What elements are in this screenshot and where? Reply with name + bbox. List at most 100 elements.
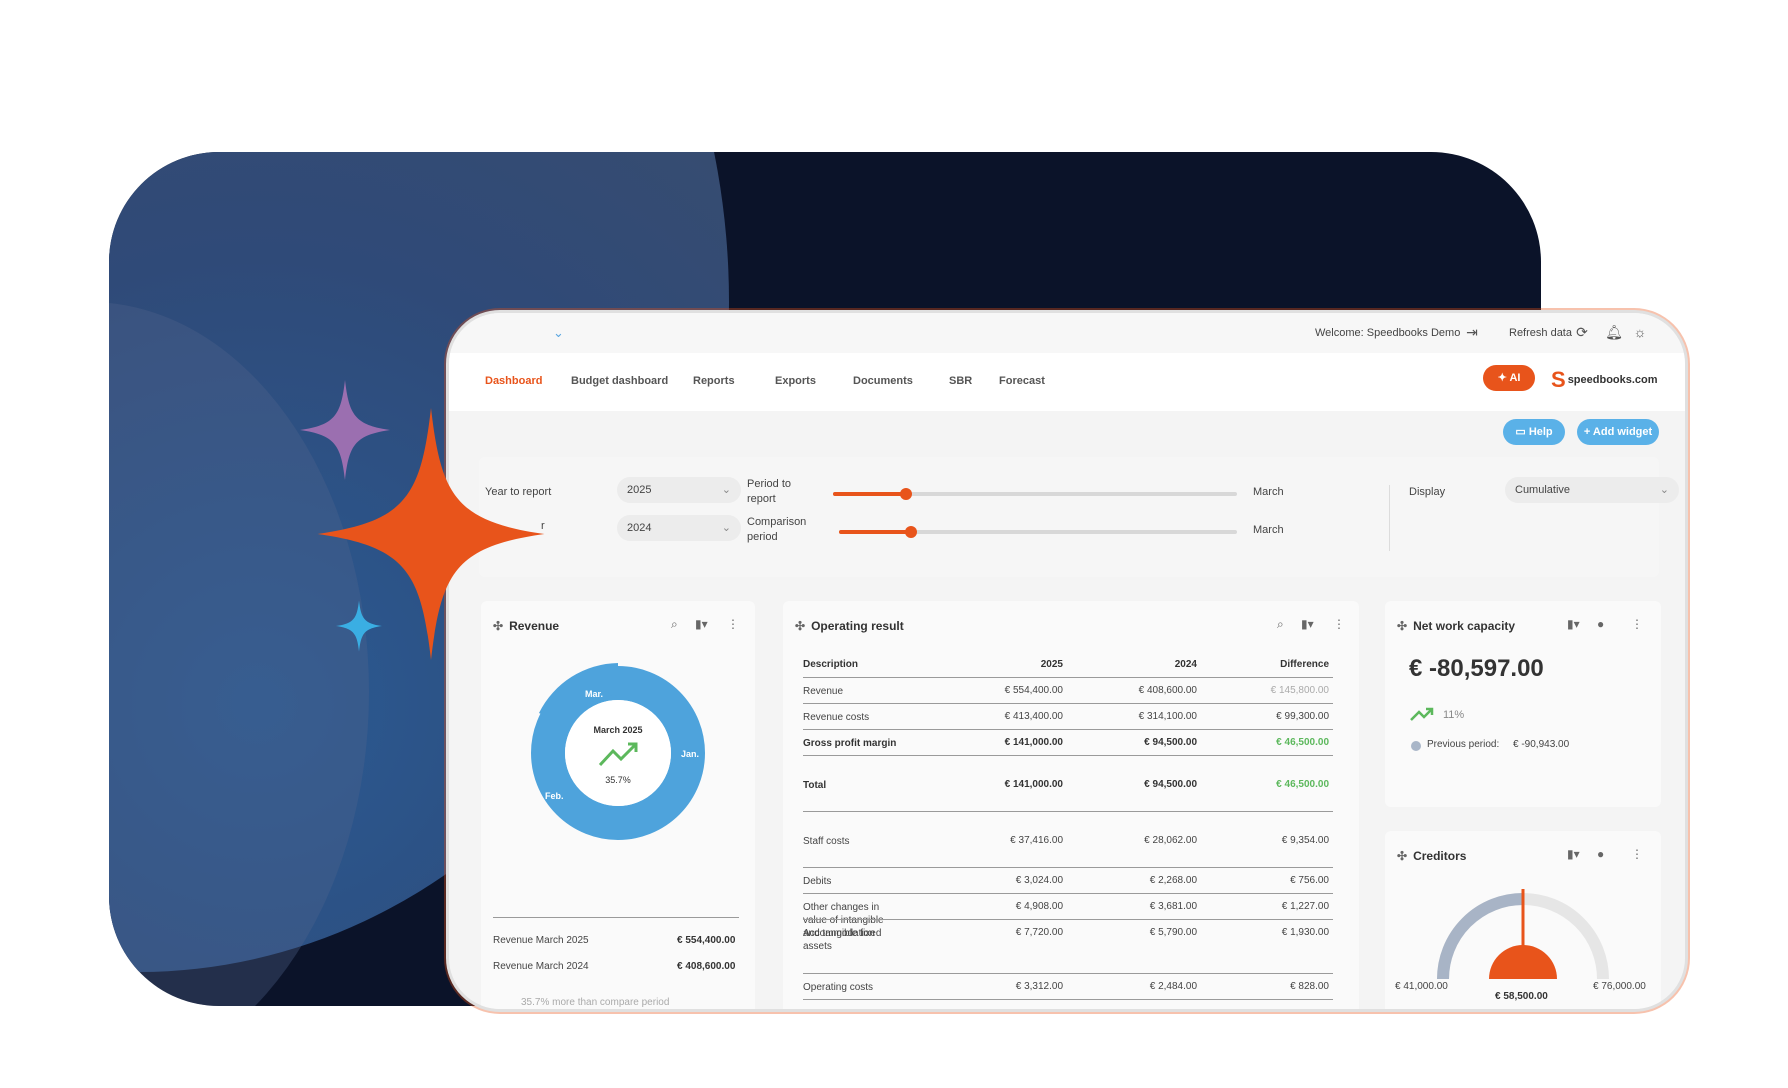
row-value-2025: € 3,024.00: [1015, 875, 1063, 886]
nav-sbr[interactable]: SBR: [949, 375, 972, 387]
comparison-label-line1: Comparison: [747, 516, 807, 528]
ai-button[interactable]: ✦ AI: [1483, 365, 1535, 391]
net-work-capacity-card: ✣ Net work capacity ▮▾ ● ⋮ € -80,597.00 1…: [1385, 601, 1661, 807]
table-line: [803, 973, 1333, 974]
compare-year-value: 2024: [627, 522, 652, 534]
filter-divider: [1389, 485, 1390, 551]
nav-dashboard[interactable]: Dashboard: [485, 375, 542, 387]
welcome-text: Welcome: Speedbooks Demo: [1315, 327, 1461, 339]
chart-type-icon[interactable]: ▮▾: [1567, 847, 1580, 861]
sun-icon[interactable]: ☼: [1631, 323, 1649, 341]
gauge-max: € 76,000.00: [1593, 981, 1646, 992]
main-nav: Dashboard Budget dashboard Reports Expor…: [449, 353, 1685, 411]
nav-reports[interactable]: Reports: [693, 375, 735, 387]
nav-budget-dashboard[interactable]: Budget dashboard: [571, 375, 668, 387]
period-label-line1: Period to: [747, 478, 792, 490]
comparison-slider[interactable]: [839, 526, 1237, 538]
move-icon[interactable]: ✣: [1397, 619, 1407, 633]
refresh-icon[interactable]: ⟳: [1573, 323, 1591, 341]
row-value-2024: € 5,790.00: [1149, 927, 1197, 938]
chart-type-icon[interactable]: ▮▾: [1301, 617, 1314, 631]
operating-title: ✣ Operating result: [795, 619, 904, 633]
bell-icon[interactable]: 🔔︎: [1605, 323, 1623, 341]
filter-panel: Year to report 2025 ⌄ r 2024 ⌄ Period to re…: [479, 457, 1679, 577]
orange-sparkle-icon: [317, 408, 545, 660]
slice-label-jan: Jan.: [681, 749, 699, 759]
legend-dot: [1411, 741, 1421, 751]
row-value-difference: € 1,227.00: [1281, 901, 1329, 912]
row-value-2024: € 94,500.00: [1144, 737, 1197, 748]
row-value-2024: € 3,681.00: [1149, 901, 1197, 912]
row-value-2024: € 408,600.00: [1138, 685, 1197, 696]
zoom-icon[interactable]: ⌕: [671, 617, 678, 632]
table-line: [803, 919, 1333, 920]
more-options-icon[interactable]: ⋮: [727, 617, 739, 631]
help-button[interactable]: ▭ Help: [1503, 419, 1565, 445]
ai-label: AI: [1509, 372, 1521, 384]
speedbooks-logo[interactable]: Sspeedbooks.com: [1551, 367, 1658, 393]
previous-period-value: € -90,943.00: [1513, 739, 1570, 750]
speedbooks-logo-icon: S: [1551, 367, 1566, 392]
chart-type-icon[interactable]: ▮▾: [695, 617, 708, 631]
logout-icon[interactable]: ⇥: [1463, 323, 1481, 341]
chevron-down-icon: ⌄: [721, 522, 731, 534]
year-select[interactable]: 2025 ⌄: [617, 477, 741, 503]
period-slider[interactable]: [833, 488, 1237, 500]
row-value-2025: € 3,312.00: [1015, 981, 1063, 992]
row-description: Operating costs: [803, 982, 874, 993]
display-label: Display: [1409, 486, 1446, 498]
donut-center: [565, 700, 671, 806]
chevron-down-icon[interactable]: ⌄: [553, 325, 564, 341]
donut-center-title: March 2025: [593, 725, 642, 735]
nav-exports[interactable]: Exports: [775, 375, 816, 387]
creditors-title: ✣ Creditors: [1397, 849, 1466, 863]
nwc-title-text: Net work capacity: [1413, 619, 1516, 633]
table-line: [803, 729, 1333, 730]
table-line: [803, 893, 1333, 894]
col-header-2025: 2025: [1040, 659, 1063, 670]
info-icon[interactable]: ●: [1597, 617, 1604, 631]
row-value-2025: € 37,416.00: [1010, 835, 1063, 846]
period-slider-fill: [833, 492, 906, 496]
row-value-2025: € 141,000.00: [1004, 737, 1063, 748]
more-options-icon[interactable]: ⋮: [1631, 617, 1643, 631]
row-value-2024: € 314,100.00: [1138, 711, 1197, 722]
app-window: ⌄ Welcome: Speedbooks Demo ⇥ Refresh dat…: [446, 310, 1688, 1012]
nav-documents[interactable]: Documents: [853, 375, 913, 387]
trend-up-icon: [1410, 707, 1434, 721]
more-options-icon[interactable]: ⋮: [1631, 847, 1643, 861]
info-icon[interactable]: ●: [1597, 847, 1604, 861]
nav-forecast[interactable]: Forecast: [999, 375, 1045, 387]
row-description: Gross profit margin: [803, 738, 897, 749]
chart-type-icon[interactable]: ▮▾: [1567, 617, 1580, 631]
gauge-min: € 41,000.00: [1395, 981, 1448, 992]
revenue-footnote: 35.7% more than compare period: [521, 997, 670, 1008]
period-value: March: [1253, 486, 1284, 498]
row-value-difference: € 46,500.00: [1276, 779, 1329, 790]
add-widget-button[interactable]: + Add widget: [1577, 419, 1659, 445]
zoom-icon[interactable]: ⌕: [1277, 617, 1284, 632]
row-value-difference: € 756.00: [1290, 875, 1329, 886]
col-header-difference: Difference: [1280, 659, 1329, 670]
table-line: [803, 703, 1333, 704]
comparison-slider-handle[interactable]: [904, 526, 917, 538]
slice-label-mar: Mar.: [585, 689, 603, 699]
row-description: Accommodation: [803, 928, 875, 939]
display-select[interactable]: Cumulative ⌄: [1505, 477, 1679, 503]
operating-title-text: Operating result: [811, 619, 904, 633]
move-icon[interactable]: ✣: [795, 619, 805, 633]
col-header-2024: 2024: [1174, 659, 1197, 670]
period-slider-handle[interactable]: [899, 488, 912, 500]
compare-year-select[interactable]: 2024 ⌄: [617, 515, 741, 541]
refresh-data-button[interactable]: Refresh data: [1509, 327, 1572, 339]
row-description: Debits: [803, 876, 832, 887]
row-value-difference: € 1,930.00: [1281, 927, 1329, 938]
table-line: [803, 867, 1333, 868]
move-icon[interactable]: ✣: [1397, 849, 1407, 863]
comparison-slider-fill: [839, 530, 911, 534]
slice-label-feb: Feb.: [545, 791, 564, 801]
row-value-2024: € 2,484.00: [1149, 981, 1197, 992]
chevron-down-icon: ⌄: [1659, 484, 1669, 496]
more-options-icon[interactable]: ⋮: [1333, 617, 1345, 631]
row-description: Revenue costs: [803, 712, 870, 723]
